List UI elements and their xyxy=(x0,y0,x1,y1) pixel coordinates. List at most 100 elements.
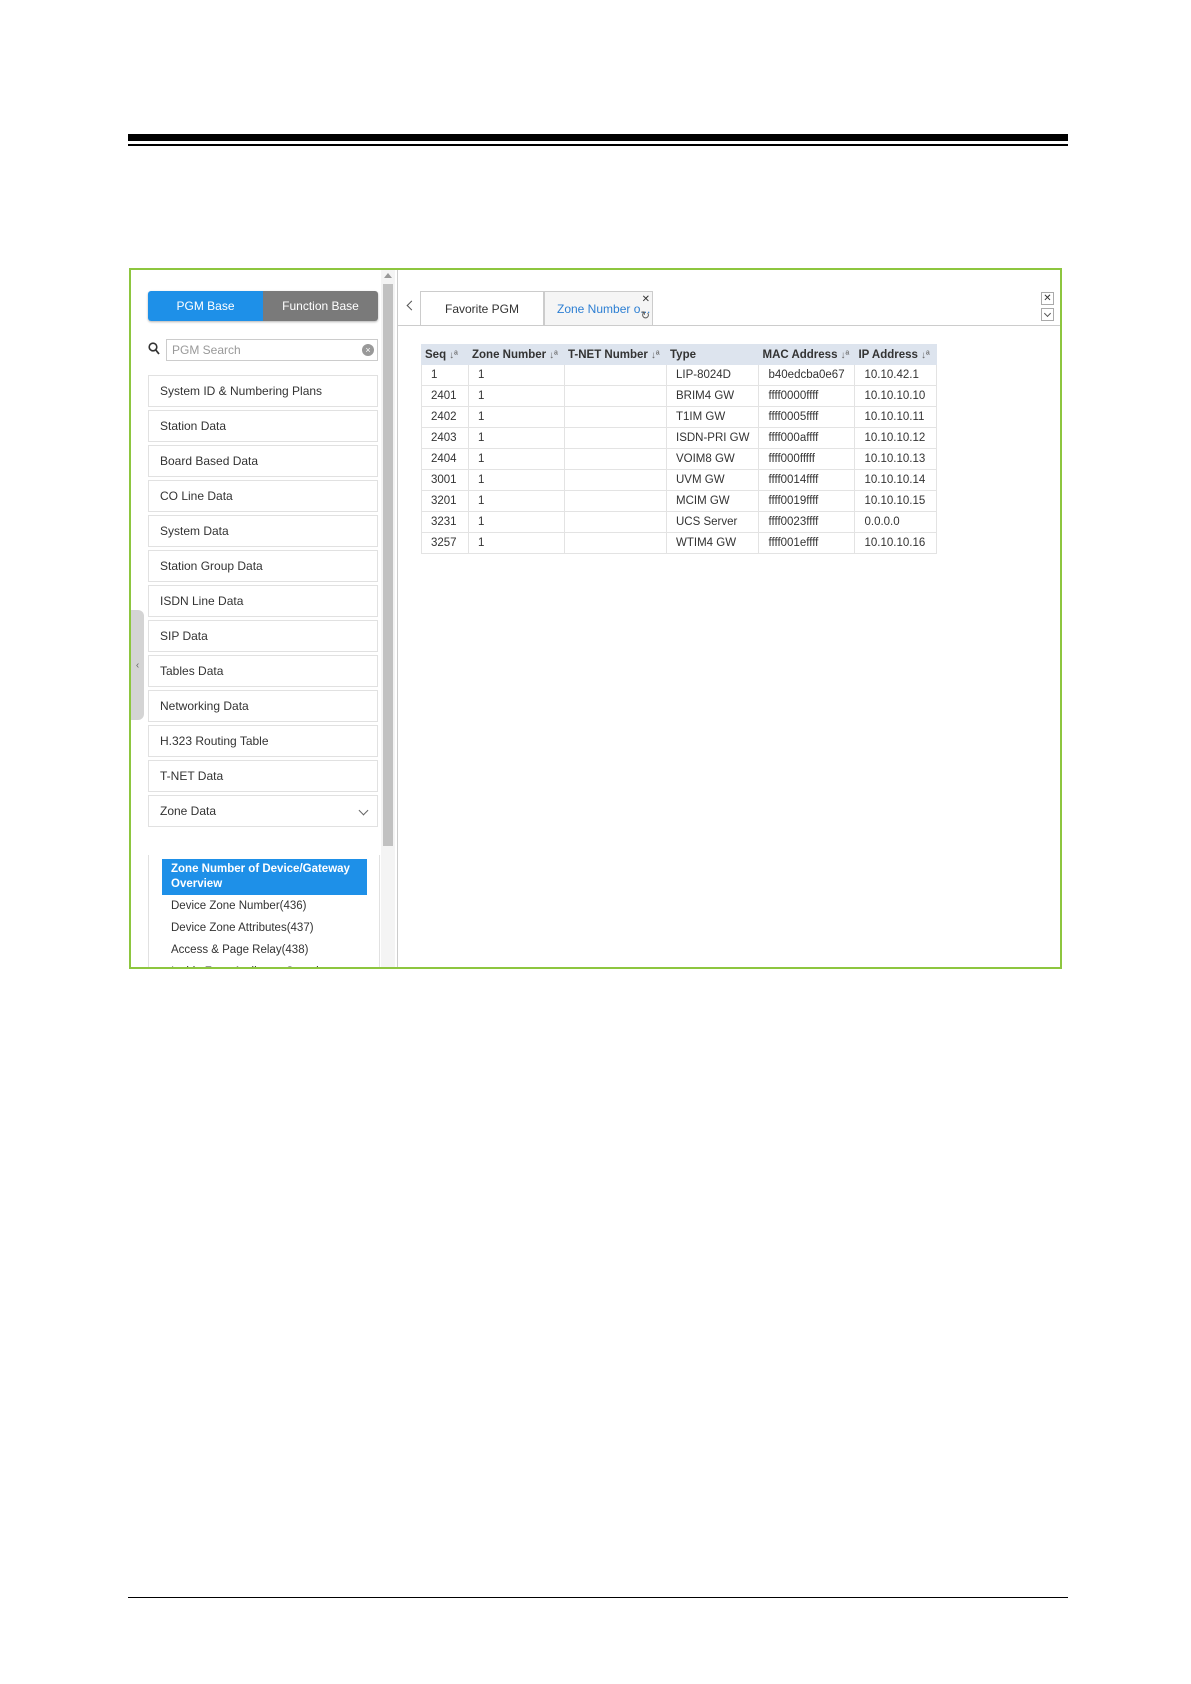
table-row[interactable]: 2403 1 ISDN-PRI GW ffff000affff 10.10.10.12 xyxy=(421,427,938,449)
close-icon[interactable]: ✕ xyxy=(642,295,650,305)
sort-icon[interactable]: ↓ª xyxy=(921,350,930,361)
menu-item-h323-routing-table[interactable]: H.323 Routing Table xyxy=(148,725,378,757)
close-all-tabs-icon[interactable]: ✕ xyxy=(1041,292,1054,305)
pgm-menu: System ID & Numbering Plans Station Data… xyxy=(148,375,378,830)
cell-ip-address: 10.10.10.16 xyxy=(854,532,938,554)
menu-item-tnet-data[interactable]: T-NET Data xyxy=(148,760,378,792)
table-row[interactable]: 3257 1 WTIM4 GW ffff001effff 10.10.10.16 xyxy=(421,532,938,554)
submenu-item-access-page-relay[interactable]: Access & Page Relay(438) xyxy=(149,939,379,961)
left-panel-scrollbar[interactable] xyxy=(381,270,395,967)
tab-list-dropdown-button[interactable] xyxy=(1041,308,1054,321)
table-row[interactable]: 1 1 LIP-8024D b40edcba0e67 10.10.42.1 xyxy=(421,364,938,386)
menu-item-label: Networking Data xyxy=(160,699,249,713)
table-row[interactable]: 3231 1 UCS Server ffff0023ffff 0.0.0.0 xyxy=(421,511,938,533)
table-header-row: Seq ↓ª Zone Number ↓ª T-NET Number ↓ª Type … xyxy=(421,344,938,365)
column-header-seq[interactable]: Seq ↓ª xyxy=(421,344,469,365)
table-row[interactable]: 3001 1 UVM GW ffff0014ffff 10.10.10.14 xyxy=(421,469,938,491)
cell-tnet-number xyxy=(564,511,667,533)
refresh-icon[interactable]: ↻ xyxy=(641,311,650,322)
cell-seq: 3257 xyxy=(421,532,469,554)
tab-label: Zone Number o... xyxy=(557,301,651,316)
cell-mac-address: ffff000affff xyxy=(758,427,856,449)
menu-item-system-data[interactable]: System Data xyxy=(148,515,378,547)
cell-seq: 2402 xyxy=(421,406,469,428)
menu-item-label: SIP Data xyxy=(160,629,208,643)
column-header-tnet-number[interactable]: T-NET Number ↓ª xyxy=(564,344,667,365)
menu-item-label: ISDN Line Data xyxy=(160,594,244,608)
menu-item-station-data[interactable]: Station Data xyxy=(148,410,378,442)
column-header-mac-address[interactable]: MAC Address ↓ª xyxy=(758,344,856,365)
cell-zone-number: 1 xyxy=(468,532,565,554)
table-row[interactable]: 3201 1 MCIM GW ffff0019ffff 10.10.10.15 xyxy=(421,490,938,512)
column-header-ip-address[interactable]: IP Address ↓ª xyxy=(854,344,938,365)
menu-item-networking-data[interactable]: Networking Data xyxy=(148,690,378,722)
pgm-search-input[interactable] xyxy=(166,339,378,361)
table-row[interactable]: 2402 1 T1IM GW ffff0005ffff 10.10.10.11 xyxy=(421,406,938,428)
sort-icon[interactable]: ↓ª xyxy=(549,350,558,361)
menu-item-sip-data[interactable]: SIP Data xyxy=(148,620,378,652)
page-header-rule xyxy=(128,134,1068,141)
content-panel: Favorite PGM Zone Number o... ✕ ↻ ✕ Seq ↓… xyxy=(398,270,1060,967)
menu-item-co-line-data[interactable]: CO Line Data xyxy=(148,480,378,512)
sort-icon[interactable]: ↓ª xyxy=(449,350,458,361)
menu-item-board-based-data[interactable]: Board Based Data xyxy=(148,445,378,477)
collapse-panel-handle[interactable]: ‹ xyxy=(131,610,144,720)
cell-zone-number: 1 xyxy=(468,427,565,449)
cell-seq: 2403 xyxy=(421,427,469,449)
cell-mac-address: ffff001effff xyxy=(758,532,856,554)
menu-item-system-id[interactable]: System ID & Numbering Plans xyxy=(148,375,378,407)
sort-icon[interactable]: ↓ª xyxy=(840,350,849,361)
chevron-left-icon[interactable] xyxy=(406,300,417,311)
scrollbar-thumb[interactable] xyxy=(383,284,393,846)
submenu-item-inside-zone-attributes[interactable]: Inside Zone Attributes Overview xyxy=(149,961,379,967)
submenu-item-device-zone-attributes[interactable]: Device Zone Attributes(437) xyxy=(149,917,379,939)
cell-seq: 3201 xyxy=(421,490,469,512)
submenu-item-zone-number-overview[interactable]: Zone Number of Device/Gateway Overview xyxy=(162,859,367,895)
cell-ip-address: 10.10.10.15 xyxy=(854,490,938,512)
page-footer-rule xyxy=(128,1597,1068,1598)
base-toggle: PGM Base Function Base xyxy=(148,291,378,321)
column-header-label: MAC Address xyxy=(762,348,838,361)
menu-item-zone-data[interactable]: Zone Data xyxy=(148,795,378,827)
menu-item-isdn-line-data[interactable]: ISDN Line Data xyxy=(148,585,378,617)
cell-ip-address: 10.10.10.11 xyxy=(854,406,938,428)
column-header-type[interactable]: Type xyxy=(665,344,760,365)
column-header-label: Seq xyxy=(425,348,447,361)
cell-type: ISDN-PRI GW xyxy=(665,427,760,449)
menu-item-label: Board Based Data xyxy=(160,454,259,468)
column-header-label: Zone Number xyxy=(472,348,547,361)
cell-tnet-number xyxy=(564,469,667,491)
scroll-up-arrow-icon[interactable] xyxy=(384,273,392,278)
submenu-item-device-zone-number[interactable]: Device Zone Number(436) xyxy=(149,895,379,917)
column-header-zone-number[interactable]: Zone Number ↓ª xyxy=(468,344,565,365)
search-icon[interactable] xyxy=(148,342,160,356)
tab-zone-number[interactable]: Zone Number o... ✕ ↻ xyxy=(544,291,653,325)
chevron-left-icon: ‹ xyxy=(135,659,140,671)
cell-tnet-number xyxy=(564,427,667,449)
menu-item-label: Station Group Data xyxy=(160,559,263,573)
cell-ip-address: 10.10.10.14 xyxy=(854,469,938,491)
cell-mac-address: b40edcba0e67 xyxy=(758,364,856,386)
sort-icon[interactable]: ↓ª xyxy=(651,350,660,361)
cell-type: WTIM4 GW xyxy=(665,532,760,554)
table-body: 1 1 LIP-8024D b40edcba0e67 10.10.42.1 2401 1 BR… xyxy=(421,364,938,554)
cell-seq: 3001 xyxy=(421,469,469,491)
cell-mac-address: ffff0000ffff xyxy=(758,385,856,407)
tab-favorite-pgm[interactable]: Favorite PGM xyxy=(420,291,544,325)
table-row[interactable]: 2401 1 BRIM4 GW ffff0000ffff 10.10.10.10 xyxy=(421,385,938,407)
clear-search-icon[interactable]: × xyxy=(362,344,374,356)
menu-item-station-group-data[interactable]: Station Group Data xyxy=(148,550,378,582)
pgm-base-button[interactable]: PGM Base xyxy=(148,291,263,321)
cell-zone-number: 1 xyxy=(468,406,565,428)
cell-zone-number: 1 xyxy=(468,385,565,407)
cell-type: UCS Server xyxy=(665,511,760,533)
table-row[interactable]: 2404 1 VOIM8 GW ffff000fffff 10.10.10.13 xyxy=(421,448,938,470)
page-header-rule-thin xyxy=(128,144,1068,146)
column-header-label: IP Address xyxy=(858,348,918,361)
menu-item-label: CO Line Data xyxy=(160,489,233,503)
pgm-search-row: × xyxy=(148,339,378,361)
cell-ip-address: 10.10.10.13 xyxy=(854,448,938,470)
cell-mac-address: ffff0019ffff xyxy=(758,490,856,512)
function-base-button[interactable]: Function Base xyxy=(263,291,378,321)
menu-item-tables-data[interactable]: Tables Data xyxy=(148,655,378,687)
